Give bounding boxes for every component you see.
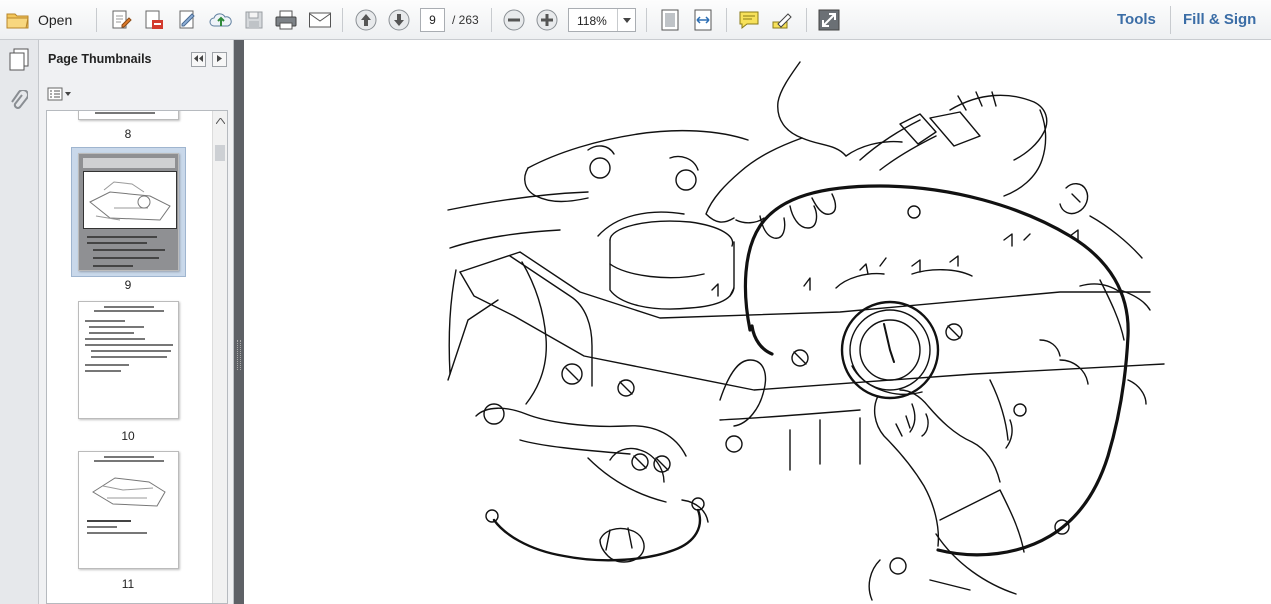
print-icon	[274, 9, 298, 31]
email-icon	[308, 11, 332, 29]
page-thumbnails-panel: Page Thumbnails 8 9 10 11	[39, 40, 234, 604]
page-thumbnails-tab[interactable]	[6, 48, 32, 74]
toolbar-separator	[806, 8, 807, 32]
previous-page-button[interactable]	[353, 7, 379, 33]
zoom-out-icon	[503, 9, 525, 31]
thumbnail-scrollbar[interactable]	[212, 111, 227, 603]
open-button[interactable]: Open	[6, 7, 82, 33]
scrollbar-thumb[interactable]	[215, 145, 225, 161]
toolbar-separator	[1170, 6, 1171, 34]
sign-icon	[177, 9, 199, 31]
fit-page-icon	[660, 9, 680, 31]
folder-icon	[6, 10, 30, 30]
save-icon	[244, 10, 264, 30]
options-list-icon	[47, 87, 73, 104]
double-chevron-left-icon	[194, 55, 203, 64]
panel-title: Page Thumbnails	[48, 52, 152, 66]
panel-splitter[interactable]	[234, 40, 244, 604]
page-number-label: 9	[124, 278, 132, 292]
collapse-panel-button[interactable]	[191, 52, 206, 67]
open-label: Open	[38, 12, 73, 28]
previous-page-icon	[355, 9, 377, 31]
navigation-rail	[0, 40, 39, 604]
print-button[interactable]	[273, 7, 299, 33]
scroll-up-icon[interactable]	[215, 117, 226, 126]
thumbnail-engine-image	[89, 466, 169, 514]
zoom-level-select[interactable]: 118%	[568, 8, 636, 32]
zoom-out-button[interactable]	[501, 7, 527, 33]
email-button[interactable]	[306, 7, 334, 33]
zoom-in-icon	[536, 9, 558, 31]
highlight-icon	[771, 9, 793, 31]
next-page-icon	[388, 9, 410, 31]
thumbnail-list[interactable]: 8 9 10 11	[46, 110, 228, 604]
toolbar-separator	[96, 8, 97, 32]
page-count: / 263	[452, 13, 479, 27]
fullscreen-button[interactable]	[816, 7, 842, 33]
cloud-upload-icon	[209, 9, 233, 31]
thumbnail-engine-image	[83, 171, 177, 229]
thumbnails-icon	[8, 48, 30, 75]
next-page-button[interactable]	[386, 7, 412, 33]
chevron-right-icon	[217, 55, 222, 64]
fit-page-button[interactable]	[657, 7, 683, 33]
fill-and-sign-link[interactable]: Fill & Sign	[1183, 11, 1256, 28]
toolbar-separator	[342, 8, 343, 32]
thumbnail-options-button[interactable]	[47, 86, 73, 104]
main-toolbar: Open 9 / 263 118% Tools Fill & Sign	[0, 0, 1271, 40]
zoom-in-button[interactable]	[534, 7, 560, 33]
engine-fuel-pressure-illustration	[447, 61, 1165, 601]
create-pdf-button[interactable]	[141, 7, 167, 33]
fit-width-icon	[693, 9, 713, 31]
create-pdf-icon	[143, 9, 165, 31]
comment-icon	[738, 10, 760, 30]
page-number-label: 11	[121, 577, 135, 591]
toolbar-separator	[491, 8, 492, 32]
document-view[interactable]	[244, 40, 1271, 604]
attachment-icon	[10, 88, 29, 117]
edit-pdf-icon	[110, 9, 132, 31]
zoom-value: 118%	[577, 14, 607, 28]
chevron-down-icon[interactable]	[617, 9, 635, 31]
comment-button[interactable]	[736, 7, 762, 33]
splitter-grip[interactable]	[237, 340, 241, 370]
toolbar-separator	[726, 8, 727, 32]
toolbar-separator	[646, 8, 647, 32]
page-number-label: 8	[124, 127, 132, 141]
expand-panel-button[interactable]	[212, 52, 227, 67]
edit-pdf-button[interactable]	[108, 7, 134, 33]
fill-sign-tool-button[interactable]	[175, 7, 201, 33]
page-thumbnail[interactable]	[78, 451, 179, 569]
page-thumbnail-selected[interactable]	[78, 153, 179, 271]
tools-link[interactable]: Tools	[1117, 11, 1156, 28]
page-thumbnail[interactable]	[78, 111, 179, 120]
fullscreen-icon	[818, 9, 840, 31]
page-thumbnail[interactable]	[78, 301, 179, 419]
attachments-tab[interactable]	[6, 88, 32, 117]
page-number-input[interactable]: 9	[420, 8, 445, 32]
upload-button[interactable]	[208, 7, 234, 33]
fit-width-button[interactable]	[690, 7, 716, 33]
highlight-button[interactable]	[769, 7, 795, 33]
save-button[interactable]	[241, 7, 267, 33]
page-number-label: 10	[121, 429, 135, 443]
